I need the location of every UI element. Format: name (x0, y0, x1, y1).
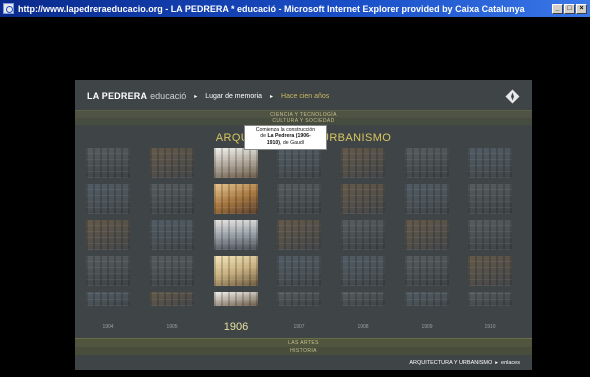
year-column-1906[interactable] (214, 148, 258, 312)
footer-section-link[interactable]: ARQUITECTURA Y URBANISMO (409, 360, 492, 366)
breadcrumb-arrow-icon: ▸ (194, 93, 198, 100)
band-historia[interactable]: HISTORIA (75, 347, 532, 355)
year-label-1904[interactable]: 1904 (86, 324, 130, 330)
building-thumbnail[interactable] (214, 148, 258, 178)
minimize-button[interactable]: _ (552, 3, 563, 14)
header-nav: LA PEDRERA educació ▸ Lugar de memoria ▸ … (87, 89, 329, 103)
building-thumbnail[interactable] (468, 292, 512, 306)
building-thumbnail[interactable] (405, 148, 449, 178)
building-thumbnail[interactable] (405, 184, 449, 214)
building-thumbnail[interactable] (277, 292, 321, 306)
building-thumbnail[interactable] (405, 292, 449, 306)
building-thumbnail[interactable] (341, 220, 385, 250)
year-label-1908[interactable]: 1908 (341, 324, 385, 330)
maximize-button[interactable]: □ (564, 3, 575, 14)
building-thumbnail[interactable] (277, 184, 321, 214)
year-column-1909[interactable] (405, 148, 449, 312)
building-thumbnail[interactable] (341, 148, 385, 178)
building-thumbnail[interactable] (214, 256, 258, 286)
building-thumbnail[interactable] (86, 184, 130, 214)
footer-enlaces-link[interactable]: enlaces (501, 360, 520, 366)
tooltip-line: 1910), de Gaudí (266, 139, 305, 146)
building-thumbnail[interactable] (214, 220, 258, 250)
building-thumbnail[interactable] (86, 292, 130, 306)
building-thumbnail[interactable] (86, 220, 130, 250)
year-column-1907[interactable] (277, 148, 321, 312)
year-label-selected[interactable]: 1906 (214, 321, 258, 333)
footer-arrow-icon: ▸ (495, 360, 499, 366)
year-label-1907[interactable]: 1907 (277, 324, 321, 330)
breadcrumb-item-lugar[interactable]: Lugar de memoria (205, 93, 262, 100)
building-thumbnail[interactable] (277, 148, 321, 178)
year-column-1908[interactable] (341, 148, 385, 312)
breadcrumb-arrow-icon: ▸ (270, 93, 274, 100)
building-thumbnail[interactable] (150, 184, 194, 214)
building-thumbnail[interactable] (277, 256, 321, 286)
breadcrumb-item-hace[interactable]: Hace cien años (281, 93, 329, 100)
building-thumbnail[interactable] (277, 220, 321, 250)
ie-icon (3, 3, 14, 14)
building-thumbnail[interactable] (214, 184, 258, 214)
building-thumbnail[interactable] (468, 256, 512, 286)
building-thumbnail[interactable] (150, 220, 194, 250)
building-thumbnail[interactable] (341, 184, 385, 214)
year-column-1904[interactable] (86, 148, 130, 312)
building-thumbnail[interactable] (214, 292, 258, 306)
compass-icon[interactable] (505, 89, 520, 104)
year-label-1905[interactable]: 1905 (150, 324, 194, 330)
band-cultura[interactable]: CULTURA Y SOCIEDAD (75, 118, 532, 125)
year-label-1909[interactable]: 1909 (405, 324, 449, 330)
building-thumbnail[interactable] (468, 220, 512, 250)
flash-panel: LA PEDRERA educació ▸ Lugar de memoria ▸ … (75, 80, 532, 370)
brand-logo[interactable]: LA PEDRERA educació (87, 91, 186, 101)
year-column-1910[interactable] (468, 148, 512, 312)
band-artes[interactable]: LAS ARTES (75, 338, 532, 347)
year-column-1905[interactable] (150, 148, 194, 312)
window-titlebar[interactable]: http://www.lapedreraeducacio.org - LA PE… (0, 0, 590, 17)
close-button[interactable]: × (576, 3, 587, 14)
year-label-1910[interactable]: 1910 (468, 324, 512, 330)
building-thumbnail[interactable] (86, 256, 130, 286)
building-thumbnail[interactable] (405, 220, 449, 250)
building-thumbnail[interactable] (341, 256, 385, 286)
building-thumbnail[interactable] (468, 184, 512, 214)
building-thumbnail[interactable] (468, 148, 512, 178)
window-title: http://www.lapedreraeducacio.org - LA PE… (18, 3, 525, 14)
band-ciencia[interactable]: CIENCIA Y TECNOLOGÍA (75, 110, 532, 118)
building-thumbnail[interactable] (150, 148, 194, 178)
building-thumbnail[interactable] (150, 292, 194, 306)
footer-nav: ARQUITECTURA Y URBANISMO ▸ enlaces (409, 360, 520, 366)
building-thumbnail[interactable] (341, 292, 385, 306)
building-thumbnail[interactable] (86, 148, 130, 178)
building-thumbnail[interactable] (150, 256, 194, 286)
building-thumbnail[interactable] (405, 256, 449, 286)
tooltip: Comienza la construcción de La Pedrera (… (244, 125, 327, 150)
